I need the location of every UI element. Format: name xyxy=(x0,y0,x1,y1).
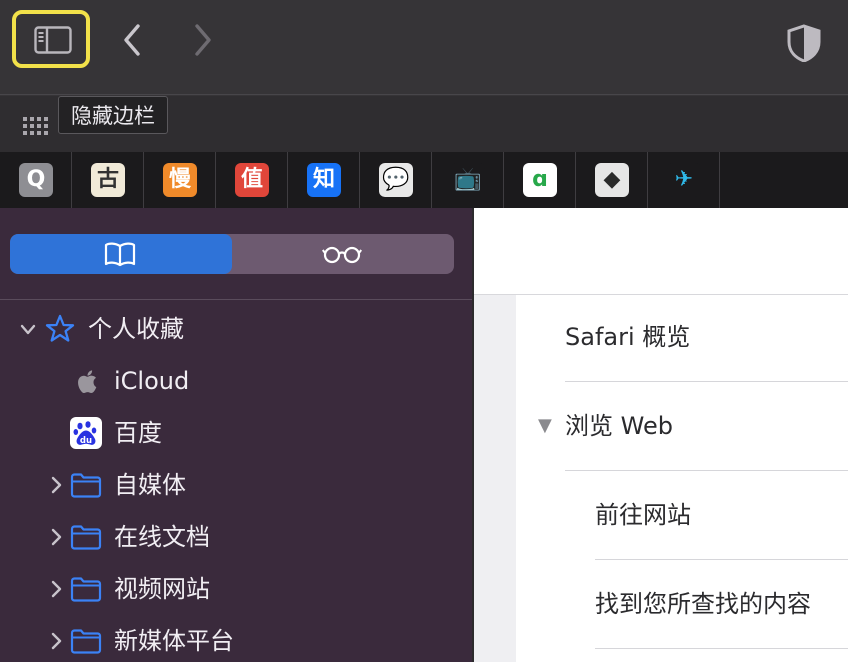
toc-item[interactable]: 前往网站 xyxy=(595,499,691,531)
grid-icon[interactable] xyxy=(22,116,50,136)
folder-row[interactable]: 新媒体平台 xyxy=(0,621,472,661)
toc-divider xyxy=(565,381,848,382)
folder-label: 自媒体 xyxy=(114,471,186,499)
sidebar-segmented-control xyxy=(10,234,454,274)
sidebar: 个人收藏 iCloud du 百度 自媒体 在线文档 视频网站 新媒体平台 xyxy=(0,208,472,662)
toolbar-divider xyxy=(0,94,848,95)
disclosure-triangle-icon[interactable]: ▼ xyxy=(538,410,552,442)
man-site-icon: 慢 xyxy=(163,163,197,197)
pinned-tabs-bar: Q 古 慢 值 知 💬 📺 ɑ ◆ ✈ xyxy=(0,152,848,208)
star-icon xyxy=(45,314,75,342)
chevron-down-icon[interactable] xyxy=(20,319,36,339)
sidebar-divider xyxy=(0,299,472,300)
favorites-folder[interactable]: 个人收藏 xyxy=(0,309,472,349)
chevron-right-icon[interactable] xyxy=(48,631,64,651)
chevron-left-icon[interactable] xyxy=(118,22,148,58)
zhi-deal-site-icon: 值 xyxy=(235,163,269,197)
toolbar xyxy=(0,0,848,96)
shield-icon[interactable] xyxy=(786,24,822,62)
folder-label: 新媒体平台 xyxy=(114,627,234,655)
tab-send-site[interactable]: ✈ xyxy=(648,152,720,208)
tab-gu-site[interactable]: 古 xyxy=(72,152,144,208)
wechat-site-icon: 💬 xyxy=(379,163,413,197)
tab-man-site[interactable]: 慢 xyxy=(144,152,216,208)
glasses-icon xyxy=(322,246,362,264)
toc-item[interactable]: 浏览 Web xyxy=(565,410,673,442)
tab-green-site[interactable]: ɑ xyxy=(504,152,576,208)
toc-item[interactable]: 找到您所查找的内容 xyxy=(595,588,811,620)
toc-divider xyxy=(565,470,848,471)
toc-item[interactable]: Safari 概览 xyxy=(565,321,690,353)
favorites-label: 个人收藏 xyxy=(88,315,184,343)
bookmarks-segment[interactable] xyxy=(10,234,232,274)
folder-row[interactable]: 视频网站 xyxy=(0,569,472,609)
bookmark-baidu[interactable]: du 百度 xyxy=(0,413,472,453)
tab-wechat-site[interactable]: 💬 xyxy=(360,152,432,208)
apple-icon xyxy=(78,370,97,393)
bookmark-label: iCloud xyxy=(114,367,190,395)
tab-q-site[interactable]: Q xyxy=(0,152,72,208)
toc-list: Safari 概览 ▼ 浏览 Web 前往网站 找到您所查找的内容 xyxy=(516,295,848,662)
bookmark-icloud[interactable]: iCloud xyxy=(0,361,472,401)
folder-icon xyxy=(70,577,102,602)
tab-dark-pin-site[interactable]: ◆ xyxy=(576,152,648,208)
send-site-icon: ✈ xyxy=(667,163,701,197)
folder-icon xyxy=(70,525,102,550)
tab-zhihu-site[interactable]: 知 xyxy=(288,152,360,208)
toc-divider xyxy=(595,559,848,560)
bookmark-label: 百度 xyxy=(114,419,162,447)
bilibili-site-icon: 📺 xyxy=(451,163,485,197)
svg-text:du: du xyxy=(80,436,92,446)
content-header xyxy=(474,208,848,295)
content-gutter xyxy=(474,295,516,662)
baidu-icon: du xyxy=(70,417,102,449)
toc-divider xyxy=(595,648,848,649)
chevron-right-icon[interactable] xyxy=(188,22,218,58)
folder-row[interactable]: 自媒体 xyxy=(0,465,472,505)
folder-label: 视频网站 xyxy=(114,575,210,603)
gu-site-icon: 古 xyxy=(91,163,125,197)
sidebar-toggle-button[interactable] xyxy=(12,10,90,68)
folder-icon xyxy=(70,473,102,498)
book-icon xyxy=(104,242,136,267)
q-site-icon: Q xyxy=(19,163,53,197)
chevron-right-icon[interactable] xyxy=(48,527,64,547)
tab-zhi-deal-site[interactable]: 值 xyxy=(216,152,288,208)
folder-label: 在线文档 xyxy=(114,523,210,551)
folder-row[interactable]: 在线文档 xyxy=(0,517,472,557)
chevron-right-icon[interactable] xyxy=(48,475,64,495)
chevron-right-icon[interactable] xyxy=(48,579,64,599)
tab-bilibili-site[interactable]: 📺 xyxy=(432,152,504,208)
dark-pin-site-icon: ◆ xyxy=(595,163,629,197)
green-site-icon: ɑ xyxy=(523,163,557,197)
folder-icon xyxy=(70,629,102,654)
tooltip: 隐藏边栏 xyxy=(58,96,168,134)
page-content: Safari 概览 ▼ 浏览 Web 前往网站 找到您所查找的内容 xyxy=(474,208,848,662)
zhihu-site-icon: 知 xyxy=(307,163,341,197)
sidebar-icon xyxy=(34,26,72,54)
